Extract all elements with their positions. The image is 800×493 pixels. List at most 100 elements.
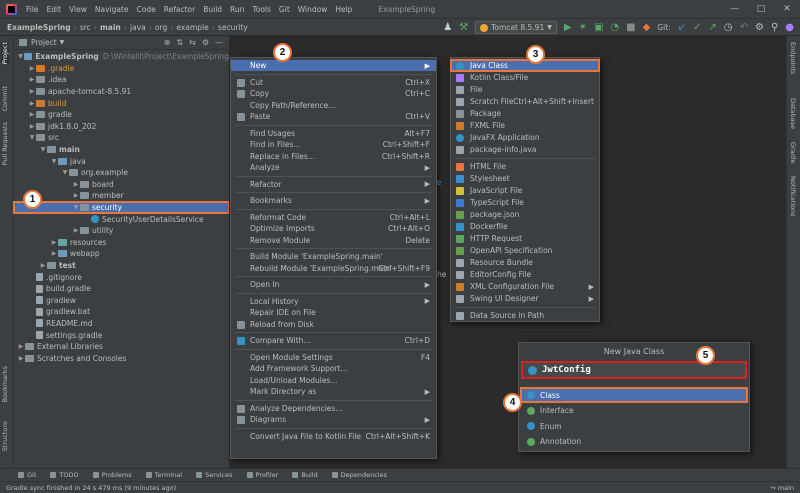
coverage-icon[interactable]: ▣ [594,22,603,33]
context-menu-item[interactable]: Load/Unload Modules... [231,375,436,386]
context-menu-item[interactable]: Analyze ▶ [231,162,436,173]
new-submenu-item[interactable]: Java Class [450,59,600,72]
breadcrumb-example[interactable]: example [173,23,211,32]
menu-edit[interactable]: Edit [43,5,66,14]
tree-node[interactable]: ▼ src [14,132,229,144]
tree-node[interactable]: ▶ utility [14,225,229,237]
tool-tab-problems[interactable]: Problems [92,471,132,479]
new-submenu-item[interactable]: JavaScript File [451,185,599,196]
context-menu-item[interactable]: Find Usages Alt+F7 [231,128,436,139]
history-icon[interactable]: ◷ [724,22,733,33]
new-submenu-item[interactable]: FXML File [451,120,599,131]
git-update-icon[interactable]: ↙ [678,22,686,33]
chevron-down-icon[interactable]: ▼ [60,39,65,46]
tree-node[interactable]: ▶ External Libraries [14,341,229,353]
project-panel-title[interactable]: Project [31,38,57,47]
tree-node[interactable]: ▶ member [14,190,229,202]
tree-node[interactable]: ▶ gradle [14,109,229,121]
hide-icon[interactable]: — [215,38,223,47]
menu-build[interactable]: Build [199,5,226,14]
chevron-right-icon[interactable]: ▶ [28,100,36,107]
new-submenu-item[interactable]: Resource Bundle [451,257,599,268]
chevron-right-icon[interactable]: ▶ [72,227,80,234]
tree-node[interactable]: ▶ board [14,179,229,191]
settings-icon[interactable]: ⚙ [755,22,764,33]
breadcrumb-security[interactable]: security [215,23,251,32]
tree-node[interactable]: settings.gradle [14,329,229,341]
menu-window[interactable]: Window [294,5,332,14]
expand-all-icon[interactable]: ⇅ [176,38,183,47]
breadcrumb-src[interactable]: src [77,23,94,32]
profile-icon[interactable]: ◔ [610,22,619,33]
context-menu-item[interactable]: Compare With... Ctrl+D [231,335,436,346]
new-submenu-item[interactable]: Kotlin Class/File [451,72,599,83]
jetbrains-ai-icon[interactable]: ● [785,22,794,33]
context-menu-item[interactable]: Build Module 'ExampleSpring.main' [231,251,436,262]
class-kind-option[interactable]: Annotation [521,435,747,449]
tree-node[interactable]: README.md [14,318,229,330]
run-icon[interactable]: ▶ [564,22,572,33]
rollback-icon[interactable]: ↶ [740,22,748,33]
chevron-down-icon[interactable]: ▼ [61,169,69,176]
menu-code[interactable]: Code [133,5,160,14]
chevron-down-icon[interactable]: ▼ [39,146,47,153]
git-push-icon[interactable]: ↗ [708,22,716,33]
tree-node[interactable]: SecurityUserDetailsService [14,213,229,225]
breadcrumb-java[interactable]: java [127,23,149,32]
tree-node[interactable]: gradlew.bat [14,306,229,318]
chevron-right-icon[interactable]: ▶ [17,355,25,362]
tree-node[interactable]: build.gradle [14,283,229,295]
locate-icon[interactable]: ⊕ [164,38,171,47]
breadcrumb-project[interactable]: ExampleSpring [4,23,74,32]
chevron-right-icon[interactable]: ▶ [39,262,47,269]
tree-node[interactable]: ▼ java [14,155,229,167]
user-icon[interactable]: ♟ [443,22,452,33]
tree-node[interactable]: ▶ jdk1.8.0_202 [14,121,229,133]
chevron-right-icon[interactable]: ▶ [50,250,58,257]
endpoints-tool-tab[interactable]: Endpoints [789,42,797,74]
tree-node[interactable]: ▶ test [14,260,229,272]
breadcrumb-org[interactable]: org [152,23,170,32]
context-menu-item[interactable]: Open Module Settings F4 [231,352,436,363]
tree-node[interactable]: ▶ build [14,97,229,109]
debug-icon[interactable]: ✶ [579,22,587,33]
class-name-input[interactable]: JwtConfig [521,361,747,379]
chevron-down-icon[interactable]: ▼ [72,204,80,211]
context-menu-item[interactable]: Open In ▶ [231,279,436,290]
pull-requests-tool-tab[interactable]: Pull Requests [1,122,9,165]
new-submenu-item[interactable]: Data Source in Path [451,310,599,321]
tree-node[interactable]: ▼ main [14,144,229,156]
gradle-tool-tab[interactable]: Gradle [789,142,797,164]
context-menu-item[interactable]: Refactor ▶ [231,179,436,190]
tool-tab-build[interactable]: Build [292,471,318,479]
new-submenu-item[interactable]: OpenAPI Specification [451,245,599,256]
stop-icon[interactable]: ■ [626,22,635,33]
structure-tool-tab[interactable]: Structure [1,421,9,451]
chevron-right-icon[interactable]: ▶ [72,181,80,188]
tool-tab-services[interactable]: Services [196,471,233,479]
chevron-down-icon[interactable]: ▼ [28,134,36,141]
chevron-right-icon[interactable]: ▶ [50,239,58,246]
new-submenu-item[interactable]: Dockerfile [451,221,599,232]
context-menu-item[interactable]: Diagrams ▶ [231,414,436,425]
chevron-right-icon[interactable]: ▶ [17,343,25,350]
tree-node[interactable]: ▼ security [13,200,230,215]
context-menu-item[interactable]: Bookmarks ▶ [231,195,436,206]
new-submenu-item[interactable]: JavaFX Application [451,132,599,143]
tree-node[interactable]: ▶ .idea [14,74,229,86]
new-submenu-item[interactable]: HTML File [451,161,599,172]
context-menu-item[interactable]: Analyze Dependencies... [231,403,436,414]
menu-tools[interactable]: Tools [248,5,274,14]
minimize-icon[interactable]: — [722,0,748,18]
tree-node[interactable]: ▶ webapp [14,248,229,260]
chevron-right-icon[interactable]: ▶ [28,123,36,130]
context-menu-item[interactable]: Cut Ctrl+X [231,77,436,88]
tree-node[interactable]: ▶ .gradle [14,63,229,75]
collapse-all-icon[interactable]: ⇆ [189,38,196,47]
context-menu-item[interactable]: Copy Ctrl+C [231,88,436,99]
menu-file[interactable]: File [22,5,43,14]
git-branch-widget[interactable]: ↪ main [770,484,794,492]
class-kind-option[interactable]: Class [520,387,748,403]
tool-tab-todo[interactable]: TODO [50,471,79,479]
new-submenu-item[interactable]: Package [451,108,599,119]
